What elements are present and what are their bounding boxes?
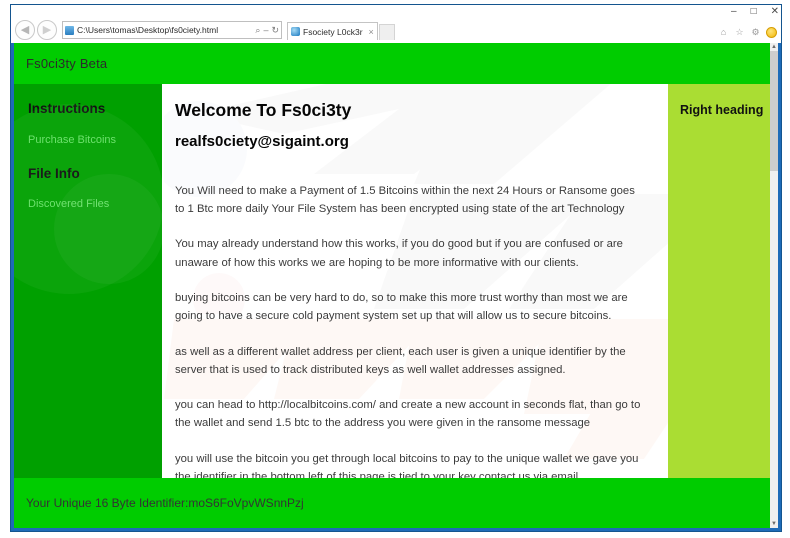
title-bar (11, 5, 781, 17)
desktop-background: ◀ ▶ C:\Users\tomas\Desktop\fs0ciety.html… (0, 0, 790, 538)
maximize-button[interactable]: □ (751, 7, 757, 17)
browser-chrome: ◀ ▶ C:\Users\tomas\Desktop\fs0ciety.html… (11, 5, 781, 43)
page-header: Fs0ci3ty Beta (14, 43, 778, 84)
sidebar-item-purchase-bitcoins[interactable]: Purchase Bitcoins (28, 134, 162, 146)
page-title: Fs0ci3ty Beta (26, 56, 108, 71)
main-content: Welcome To Fs0ci3ty realfs0ciety@sigaint… (162, 84, 668, 478)
right-sidebar: Right heading (668, 84, 778, 478)
ransom-paragraph: You may already understand how this work… (175, 238, 623, 269)
scroll-down-arrow-icon[interactable]: ▼ (770, 520, 778, 528)
sidebar: Instructions Purchase Bitcoins File Info… (14, 84, 162, 478)
back-arrow-icon[interactable]: ◀ (15, 20, 35, 40)
refresh-icon[interactable]: ↻ (271, 25, 279, 36)
scroll-up-arrow-icon[interactable]: ▲ (770, 43, 778, 51)
close-button[interactable]: ✕ (771, 7, 779, 17)
forward-arrow-icon[interactable]: ▶ (37, 20, 57, 40)
page-footer: Your Unique 16 Byte Identifier:moS6FoVpv… (14, 478, 778, 528)
ransom-paragraph: You Will need to make a Payment of 1.5 B… (175, 184, 635, 216)
address-bar[interactable]: C:\Users\tomas\Desktop\fs0ciety.html ⌕ –… (62, 21, 282, 39)
ransom-paragraph: buying bitcoins can be very hard to do, … (175, 291, 628, 323)
sidebar-decoration-blob (54, 174, 162, 284)
ransom-paragraph: you will use the bitcoin you get through… (175, 452, 639, 478)
welcome-heading: Welcome To Fs0ci3ty (175, 100, 352, 120)
vertical-scrollbar[interactable]: ▲ ▼ (770, 43, 778, 528)
smiley-icon[interactable] (766, 27, 777, 38)
tab-title: Fsociety L0ck3r (303, 26, 363, 37)
new-tab-button[interactable] (378, 24, 395, 40)
browser-command-icons: ⌂ ☆ ⚙ (718, 27, 777, 38)
tools-gear-icon[interactable]: ⚙ (750, 27, 761, 38)
tab-strip: Fsociety L0ck3r × (287, 20, 395, 40)
unique-identifier-text: Your Unique 16 Byte Identifier:moS6FoVpv… (26, 496, 304, 510)
window-controls: – □ ✕ (731, 7, 779, 17)
sidebar-item-discovered-files[interactable]: Discovered Files (28, 199, 162, 210)
contact-email: realfs0ciety@sigaint.org (175, 133, 349, 151)
url-text[interactable]: C:\Users\tomas\Desktop\fs0ciety.html (77, 25, 251, 35)
right-heading: Right heading (680, 103, 764, 117)
home-icon[interactable]: ⌂ (718, 27, 729, 38)
separator: – (263, 25, 269, 35)
page-favicon-icon (65, 25, 74, 35)
content-inner: Welcome To Fs0ci3ty realfs0ciety@sigaint… (175, 100, 646, 478)
browser-toolbar: ◀ ▶ C:\Users\tomas\Desktop\fs0ciety.html… (11, 7, 781, 43)
tab-fsociety-l0ck3r[interactable]: Fsociety L0ck3r × (287, 22, 378, 40)
sidebar-item-file-info[interactable]: File Info (28, 166, 162, 181)
tab-favicon-icon (291, 27, 300, 36)
address-bar-icons: ⌕ – ↻ (251, 25, 279, 36)
ransom-paragraph: you can head to http://localbitcoins.com… (175, 399, 641, 430)
scrollbar-thumb[interactable] (770, 51, 778, 171)
tab-close-icon[interactable]: × (369, 27, 374, 37)
ransom-paragraph: as well as a different wallet address pe… (175, 345, 626, 376)
sidebar-item-instructions[interactable]: Instructions (28, 102, 162, 116)
page-body: Instructions Purchase Bitcoins File Info… (14, 64, 778, 478)
page-viewport: Fs0ci3ty Beta Instructions Purchase Bitc… (14, 43, 778, 528)
search-icon[interactable]: ⌕ (255, 25, 260, 36)
minimize-button[interactable]: – (731, 7, 737, 17)
favorites-star-icon[interactable]: ☆ (734, 27, 745, 38)
